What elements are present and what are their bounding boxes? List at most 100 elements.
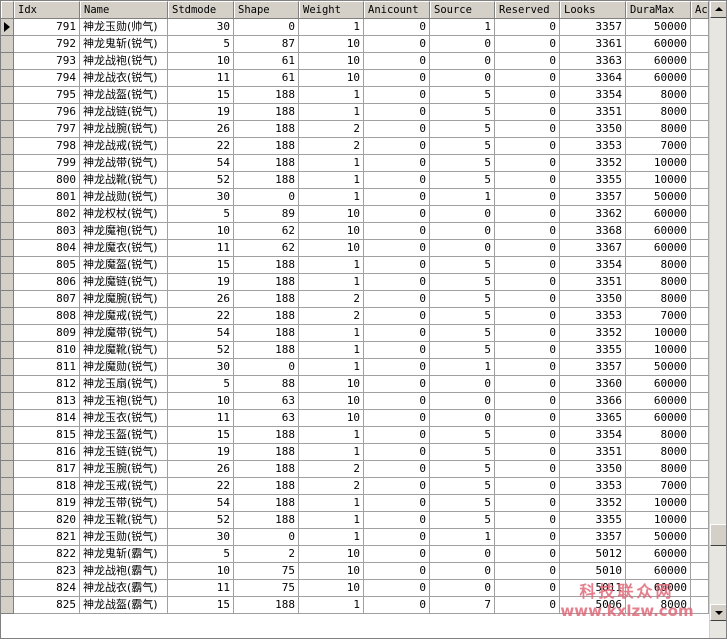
table-row[interactable]: 797 神龙战腕(锐气) 26 188 2 0 5 0 3350 8000 [1, 121, 709, 138]
cell-duramax[interactable]: 8000 [626, 274, 691, 291]
cell-looks[interactable]: 3351 [560, 274, 626, 291]
cell-name[interactable]: 神龙战衣(锐气) [80, 70, 168, 87]
cell-ac[interactable] [691, 274, 709, 291]
row-indicator[interactable] [1, 121, 14, 138]
cell-looks[interactable]: 3366 [560, 393, 626, 410]
cell-duramax[interactable]: 60000 [626, 70, 691, 87]
cell-duramax[interactable]: 60000 [626, 36, 691, 53]
cell-anicount[interactable]: 0 [364, 291, 430, 308]
cell-idx[interactable]: 794 [14, 70, 80, 87]
cell-stdmode[interactable]: 54 [168, 155, 234, 172]
table-row[interactable]: 821 神龙玉勋(锐气) 30 0 1 0 1 0 3357 50000 [1, 529, 709, 546]
cell-anicount[interactable]: 0 [364, 461, 430, 478]
table-row[interactable]: 812 神龙玉扇(锐气) 5 88 10 0 0 0 3360 60000 [1, 376, 709, 393]
cell-weight[interactable]: 10 [299, 376, 364, 393]
cell-ac[interactable] [691, 512, 709, 529]
column-header-weight[interactable]: Weight [299, 1, 364, 18]
cell-looks[interactable]: 3353 [560, 308, 626, 325]
cell-shape[interactable]: 0 [234, 529, 299, 546]
row-indicator[interactable] [1, 274, 14, 291]
cell-shape[interactable]: 188 [234, 478, 299, 495]
cell-shape[interactable]: 188 [234, 291, 299, 308]
cell-ac[interactable] [691, 70, 709, 87]
cell-weight[interactable]: 1 [299, 325, 364, 342]
cell-looks[interactable]: 3360 [560, 376, 626, 393]
cell-looks[interactable]: 3353 [560, 138, 626, 155]
row-indicator[interactable] [1, 529, 14, 546]
cell-shape[interactable]: 188 [234, 104, 299, 121]
cell-source[interactable]: 0 [430, 580, 495, 597]
cell-anicount[interactable]: 0 [364, 274, 430, 291]
cell-anicount[interactable]: 0 [364, 393, 430, 410]
table-row[interactable]: 806 神龙魔链(锐气) 19 188 1 0 5 0 3351 8000 [1, 274, 709, 291]
cell-duramax[interactable]: 7000 [626, 138, 691, 155]
cell-duramax[interactable]: 8000 [626, 427, 691, 444]
column-header-duramax[interactable]: DuraMax [626, 1, 691, 18]
cell-source[interactable]: 5 [430, 308, 495, 325]
row-indicator[interactable] [1, 342, 14, 359]
cell-ac[interactable] [691, 240, 709, 257]
cell-ac[interactable] [691, 597, 709, 614]
table-row[interactable]: 810 神龙魔靴(锐气) 52 188 1 0 5 0 3355 10000 [1, 342, 709, 359]
cell-name[interactable]: 神龙战盔(霸气) [80, 597, 168, 614]
cell-weight[interactable]: 1 [299, 19, 364, 36]
cell-anicount[interactable]: 0 [364, 36, 430, 53]
cell-anicount[interactable]: 0 [364, 70, 430, 87]
cell-anicount[interactable]: 0 [364, 308, 430, 325]
cell-reserved[interactable]: 0 [495, 104, 560, 121]
cell-stdmode[interactable]: 26 [168, 461, 234, 478]
cell-reserved[interactable]: 0 [495, 155, 560, 172]
cell-stdmode[interactable]: 10 [168, 223, 234, 240]
cell-anicount[interactable]: 0 [364, 206, 430, 223]
cell-weight[interactable]: 1 [299, 274, 364, 291]
cell-name[interactable]: 神龙战勋(锐气) [80, 189, 168, 206]
cell-looks[interactable]: 5006 [560, 597, 626, 614]
cell-idx[interactable]: 814 [14, 410, 80, 427]
cell-idx[interactable]: 816 [14, 444, 80, 461]
table-row[interactable]: 798 神龙战戒(锐气) 22 188 2 0 5 0 3353 7000 [1, 138, 709, 155]
cell-name[interactable]: 神龙战袍(锐气) [80, 53, 168, 70]
table-row[interactable]: 814 神龙玉衣(锐气) 11 63 10 0 0 0 3365 60000 [1, 410, 709, 427]
cell-ac[interactable] [691, 427, 709, 444]
cell-source[interactable]: 5 [430, 155, 495, 172]
cell-name[interactable]: 神龙战衣(霸气) [80, 580, 168, 597]
cell-duramax[interactable]: 10000 [626, 512, 691, 529]
cell-stdmode[interactable]: 11 [168, 70, 234, 87]
cell-anicount[interactable]: 0 [364, 223, 430, 240]
cell-reserved[interactable]: 0 [495, 240, 560, 257]
table-row[interactable]: 794 神龙战衣(锐气) 11 61 10 0 0 0 3364 60000 [1, 70, 709, 87]
cell-shape[interactable]: 188 [234, 444, 299, 461]
cell-stdmode[interactable]: 11 [168, 410, 234, 427]
cell-idx[interactable]: 799 [14, 155, 80, 172]
cell-looks[interactable]: 3368 [560, 223, 626, 240]
cell-shape[interactable]: 62 [234, 223, 299, 240]
cell-ac[interactable] [691, 206, 709, 223]
cell-looks[interactable]: 3363 [560, 53, 626, 70]
cell-ac[interactable] [691, 36, 709, 53]
cell-shape[interactable]: 63 [234, 393, 299, 410]
row-indicator[interactable] [1, 444, 14, 461]
cell-ac[interactable] [691, 478, 709, 495]
cell-duramax[interactable]: 8000 [626, 291, 691, 308]
row-indicator[interactable] [1, 325, 14, 342]
cell-name[interactable]: 神龙战袍(霸气) [80, 563, 168, 580]
cell-weight[interactable]: 2 [299, 478, 364, 495]
cell-name[interactable]: 神龙玉盔(锐气) [80, 427, 168, 444]
cell-source[interactable]: 5 [430, 478, 495, 495]
cell-anicount[interactable]: 0 [364, 189, 430, 206]
cell-idx[interactable]: 820 [14, 512, 80, 529]
cell-anicount[interactable]: 0 [364, 104, 430, 121]
cell-weight[interactable]: 2 [299, 308, 364, 325]
cell-ac[interactable] [691, 257, 709, 274]
cell-name[interactable]: 神龙战腕(锐气) [80, 121, 168, 138]
cell-idx[interactable]: 793 [14, 53, 80, 70]
cell-weight[interactable]: 1 [299, 597, 364, 614]
cell-anicount[interactable]: 0 [364, 512, 430, 529]
cell-idx[interactable]: 805 [14, 257, 80, 274]
cell-shape[interactable]: 188 [234, 427, 299, 444]
cell-weight[interactable]: 1 [299, 427, 364, 444]
cell-stdmode[interactable]: 30 [168, 359, 234, 376]
cell-reserved[interactable]: 0 [495, 444, 560, 461]
cell-stdmode[interactable]: 19 [168, 274, 234, 291]
cell-stdmode[interactable]: 30 [168, 19, 234, 36]
